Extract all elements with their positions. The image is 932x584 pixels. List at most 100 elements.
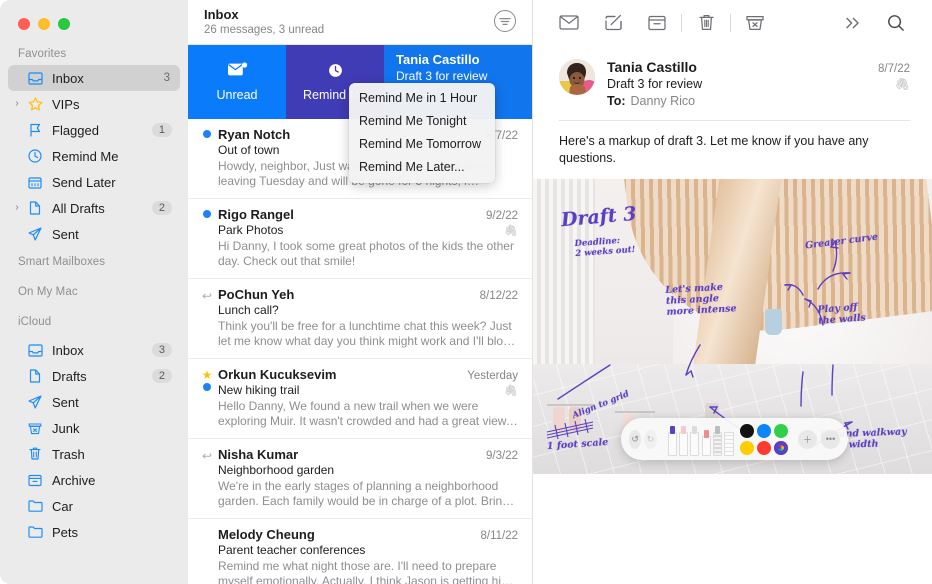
table-row[interactable]: ↩ PoChun Yeh 8/12/22 Lunch call? Think y…: [188, 279, 532, 359]
sidebar-item-icloud-archive[interactable]: Archive: [8, 467, 180, 493]
row-status-gutter: [196, 207, 218, 269]
paperclip-icon[interactable]: 🖇: [895, 77, 910, 91]
markup-annotation-angle: Let's make this angle more intense: [665, 282, 737, 318]
junk-icon[interactable]: [733, 8, 777, 38]
sidebar-item-car[interactable]: Car: [8, 493, 180, 519]
message-preview: Think you'll be free for a lunchtime cha…: [218, 319, 518, 349]
inbox-icon: [24, 344, 46, 357]
sidebar-item-count: 2: [152, 201, 172, 215]
color-swatch-green[interactable]: [774, 424, 788, 438]
menu-item-remind-tomorrow[interactable]: Remind Me Tomorrow: [349, 133, 495, 156]
message-sender: PoChun Yeh: [218, 287, 480, 302]
sidebar-item-all-drafts[interactable]: › All Drafts 2: [8, 195, 180, 221]
message-sender: Orkun Kucuksevim: [218, 367, 467, 382]
sidebar-item-icloud-inbox[interactable]: Inbox 3: [8, 337, 180, 363]
undo-icon[interactable]: ↺: [629, 430, 641, 449]
trash-icon[interactable]: [684, 8, 728, 38]
sidebar-item-label: All Drafts: [46, 201, 152, 216]
sidebar-item-icloud-sent[interactable]: Sent: [8, 389, 180, 415]
lasso-tool[interactable]: [711, 426, 719, 456]
sidebar-item-label: Inbox: [46, 71, 164, 86]
compose-icon[interactable]: [591, 8, 635, 38]
message-subject: Neighborhood garden: [218, 463, 518, 477]
mark-unread-icon[interactable]: [547, 8, 591, 38]
recipients-value[interactable]: Danny Rico: [626, 94, 696, 108]
plus-icon[interactable]: ＋: [798, 430, 817, 449]
message-date: 9/3/22: [486, 450, 518, 462]
markup-toolbar: ↺ ↻: [621, 418, 848, 460]
sidebar-item-icloud-drafts[interactable]: Drafts 2: [8, 363, 180, 389]
table-row[interactable]: ↩ Nisha Kumar 9/3/22 Neighborhood garden…: [188, 439, 532, 519]
color-swatch-red[interactable]: [757, 441, 771, 455]
sidebar-item-flagged[interactable]: Flagged 1: [8, 117, 180, 143]
paperclip-icon: 🖇: [504, 224, 518, 237]
markup-render-scene: Draft 3 Deadline: 2 weeks out! Let's mak…: [533, 179, 932, 474]
redo-icon[interactable]: ↻: [644, 430, 656, 449]
markup-image-attachment[interactable]: Draft 3 Deadline: 2 weeks out! Let's mak…: [533, 179, 932, 474]
sidebar-item-pets[interactable]: Pets: [8, 519, 180, 545]
mailbox-message-count: 26 messages, 3 unread: [204, 23, 494, 38]
replied-arrow-icon: ↩: [202, 290, 212, 302]
sidebar-item-label: Inbox: [46, 343, 152, 358]
sidebar-item-sent[interactable]: Sent: [8, 221, 180, 247]
chevron-right-icon[interactable]: ›: [10, 203, 24, 213]
minimize-window-button[interactable]: [38, 18, 50, 30]
archive-icon: [24, 474, 46, 487]
row-status-gutter: ↩: [196, 447, 218, 509]
message-preview: Hello Danny, We found a new trail when w…: [218, 399, 518, 429]
document-icon: [24, 369, 46, 383]
sidebar-item-vips[interactable]: › VIPs: [8, 91, 180, 117]
sidebar-item-icloud-trash[interactable]: Trash: [8, 441, 180, 467]
pencil-tool[interactable]: [688, 426, 696, 456]
color-swatch-blue[interactable]: [757, 424, 771, 438]
menu-item-remind-in-1-hour[interactable]: Remind Me in 1 Hour: [349, 87, 495, 110]
row-status-gutter: [196, 127, 218, 189]
ruler-tool[interactable]: [723, 426, 731, 456]
sidebar-section-header-on-my-mac: On My Mac: [0, 277, 188, 307]
zoom-window-button[interactable]: [58, 18, 70, 30]
message-date: 8/7/22: [878, 63, 910, 75]
color-swatch-purple[interactable]: [774, 441, 788, 455]
sidebar-item-inbox[interactable]: Inbox 3: [8, 65, 180, 91]
filter-icon[interactable]: [494, 10, 516, 32]
table-row[interactable]: Rigo Rangel 9/2/22 Park Photos 🖇 Hi Dann…: [188, 199, 532, 279]
sidebar-item-label: Pets: [46, 525, 170, 540]
sidebar-item-send-later[interactable]: Send Later: [8, 169, 180, 195]
chevron-right-icon[interactable]: ›: [10, 99, 24, 109]
sidebar-item-label: Trash: [46, 447, 170, 462]
sidebar: Favorites Inbox 3 › VIPs Flagged 1: [0, 0, 188, 584]
table-row[interactable]: ★ Orkun Kucuksevim Yesterday New hiking …: [188, 359, 532, 439]
menu-item-remind-later[interactable]: Remind Me Later...: [349, 156, 495, 179]
eraser-tool[interactable]: [700, 426, 708, 456]
sidebar-item-icloud-junk[interactable]: Junk: [8, 415, 180, 441]
sidebar-item-label: Archive: [46, 473, 170, 488]
search-icon[interactable]: [874, 8, 918, 38]
folder-icon: [24, 526, 46, 538]
ellipsis-icon[interactable]: •••: [821, 430, 840, 449]
sidebar-item-label: Sent: [46, 395, 170, 410]
reading-pane: Tania Castillo 8/7/22 Draft 3 for review…: [533, 0, 932, 584]
sidebar-item-label: Sent: [46, 227, 170, 242]
sidebar-section-header-icloud: iCloud: [0, 307, 188, 337]
replied-arrow-icon: ↩: [202, 450, 212, 462]
archive-icon[interactable]: [635, 8, 679, 38]
color-swatch-black[interactable]: [740, 424, 754, 438]
message-subject: Lunch call?: [218, 303, 518, 317]
message-header: Tania Castillo 8/7/22 Draft 3 for review…: [533, 45, 932, 108]
menu-item-remind-tonight[interactable]: Remind Me Tonight: [349, 110, 495, 133]
pen-tool[interactable]: [666, 426, 674, 456]
star-icon: ★: [202, 370, 213, 380]
swipe-action-label: Unread: [217, 88, 258, 102]
swipe-action-unread[interactable]: Unread: [188, 45, 286, 119]
close-window-button[interactable]: [18, 18, 30, 30]
swiped-message-from: Tania Castillo: [396, 51, 520, 68]
unread-indicator-dot: [203, 210, 211, 218]
color-swatches: [740, 424, 788, 455]
sidebar-item-remind-me[interactable]: Remind Me: [8, 143, 180, 169]
chevron-double-right-icon[interactable]: [830, 8, 874, 38]
trash-icon: [24, 447, 46, 461]
color-swatch-yellow[interactable]: [740, 441, 754, 455]
table-row[interactable]: Melody Cheung 8/11/22 Parent teacher con…: [188, 519, 532, 584]
highlighter-tool[interactable]: [677, 426, 685, 456]
message-subject: Draft 3 for review: [607, 77, 702, 91]
